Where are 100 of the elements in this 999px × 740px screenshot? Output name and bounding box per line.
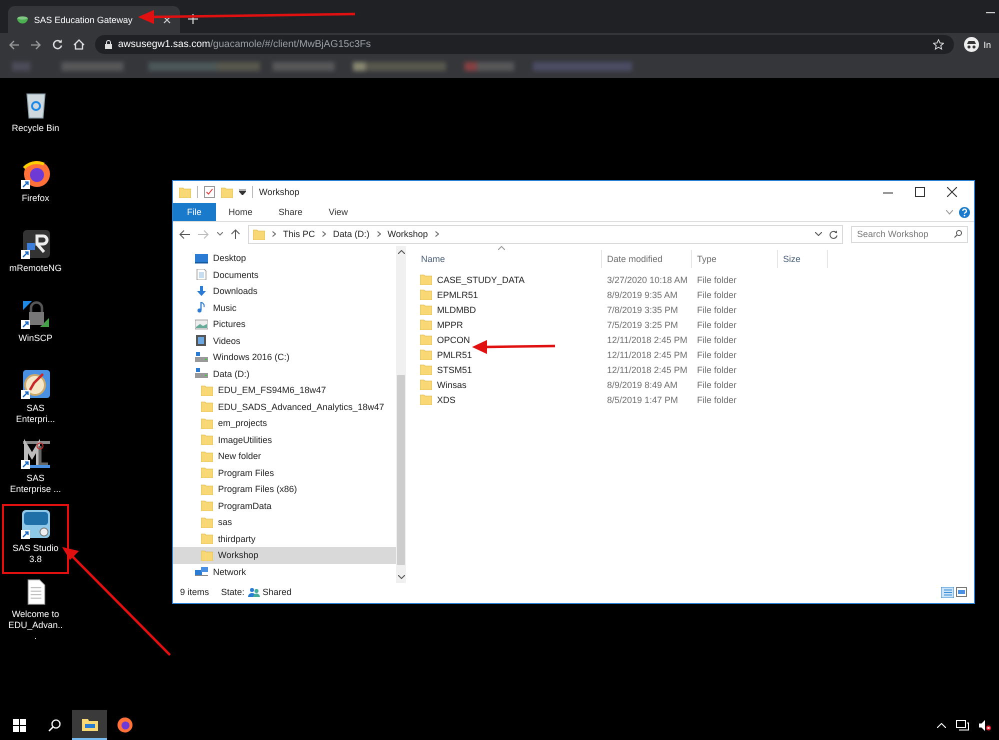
nav-item[interactable]: EDU_SADS_Advanced_Analytics_18w47 (173, 398, 396, 415)
taskbar-button[interactable] (72, 710, 107, 740)
type-cell: File folder (697, 394, 737, 404)
file-name[interactable]: XDS (437, 394, 456, 404)
forward-icon[interactable] (30, 40, 42, 50)
refresh-icon[interactable] (829, 230, 838, 238)
desktop-shortcut[interactable]: Firefox (2, 154, 69, 224)
properties-icon[interactable] (204, 186, 215, 198)
ribbon-tab[interactable]: Share (266, 203, 316, 221)
desktop-shortcut[interactable]: Welcome to EDU_Advan... (2, 574, 69, 644)
column-header[interactable]: Name (416, 250, 602, 268)
minimize-icon[interactable] (986, 12, 995, 14)
nav-item[interactable]: New folder (173, 448, 396, 464)
search-input[interactable]: Search Workshop (857, 229, 952, 239)
bowl-icon (17, 15, 28, 24)
back-icon[interactable] (8, 40, 20, 50)
reload-icon[interactable] (52, 39, 63, 50)
nav-item[interactable]: Workshop (173, 547, 396, 564)
nav-item[interactable]: Network (173, 564, 396, 580)
address-bar[interactable]: awsusegw1.sas.com/guacamole/#/client/MwBjAG15c3Fs (95, 35, 954, 54)
date-cell: 8/9/2019 8:49 AM (607, 380, 678, 390)
nav-item[interactable]: Pictures (173, 316, 396, 332)
nav-item[interactable]: EDU_EM_FS94M6_18w47 (173, 382, 396, 398)
ribbon-tab[interactable]: View (316, 203, 361, 221)
incognito-icon[interactable] (964, 37, 980, 52)
date-cell: 8/9/2019 9:35 AM (607, 290, 678, 300)
desktop-shortcut[interactable]: WinSCP (2, 294, 69, 364)
profile-label[interactable]: In (983, 40, 991, 50)
file-name[interactable]: MLDMBD (437, 304, 476, 314)
nav-item[interactable]: Desktop (173, 250, 396, 266)
nav-item[interactable]: Windows 2016 (C:) (173, 349, 396, 366)
state-value: Shared (262, 587, 292, 597)
file-name[interactable]: STSM51 (437, 364, 472, 374)
nav-item[interactable]: Program Files (173, 464, 396, 481)
nav-item[interactable]: Program Files (x86) (173, 481, 396, 498)
ribbon-tab[interactable]: Home (216, 203, 266, 221)
speaker-muted-icon[interactable] (979, 720, 991, 730)
breadcrumb-item[interactable]: Workshop (388, 229, 428, 239)
breadcrumb-item[interactable]: This PC (283, 229, 316, 239)
back-icon[interactable] (179, 230, 190, 238)
nav-item[interactable]: Data (D:) (173, 366, 396, 382)
dropdown-icon[interactable] (239, 189, 246, 195)
breadcrumb-item[interactable]: Data (D:) (333, 229, 370, 239)
chevron-up-icon[interactable] (937, 722, 946, 728)
file-name[interactable]: OPCON (437, 334, 470, 344)
picture-icon (195, 318, 208, 330)
desktop-shortcut[interactable]: SAS Enterprise ... (2, 434, 69, 504)
file-name[interactable]: Winsas (437, 380, 467, 390)
nav-item[interactable]: sas (173, 514, 396, 530)
new-tab-icon[interactable] (188, 14, 198, 24)
search-field[interactable]: Search Workshop (851, 226, 968, 242)
column-header[interactable]: Type (692, 250, 778, 268)
nav-item[interactable]: Videos (173, 332, 396, 349)
file-name[interactable]: MPPR (437, 320, 464, 330)
desktop-shortcut[interactable]: mRemoteNG (2, 224, 69, 294)
scroll-up-icon[interactable] (398, 250, 404, 254)
ribbon-tab[interactable]: File (173, 203, 216, 221)
folder-icon (201, 418, 213, 429)
nav-item[interactable]: thirdparty (173, 530, 396, 547)
scroll-down-icon[interactable] (398, 575, 404, 579)
nav-item[interactable]: Music (173, 300, 396, 316)
desktop-shortcut[interactable]: SAS Studio 3.8 (2, 504, 69, 574)
nav-item[interactable]: Downloads (173, 283, 396, 300)
scrollbar[interactable] (396, 246, 406, 583)
up-arrow-icon[interactable] (231, 229, 240, 239)
file-name[interactable]: CASE_STUDY_DATA (437, 274, 525, 284)
maximize-icon[interactable] (915, 187, 925, 197)
column-header[interactable]: Date modified (602, 250, 692, 268)
close-icon[interactable] (947, 187, 957, 197)
network-icon[interactable] (956, 720, 969, 730)
help-icon[interactable] (959, 206, 970, 218)
file-name[interactable]: EPMLR51 (437, 290, 478, 300)
nav-item[interactable]: ImageUtilities (173, 432, 396, 448)
column-header[interactable]: Size (778, 250, 828, 268)
folder-icon (201, 484, 213, 495)
desktop-shortcut[interactable]: Recycle Bin (2, 84, 69, 154)
desktop-shortcut[interactable]: SAS Enterpri... (2, 364, 69, 434)
address-field[interactable]: This PC Data (D:) Workshop (248, 224, 843, 244)
url-path: /guacamole/#/client/MwBjAG15c3Fs (210, 39, 371, 50)
type-cell: File folder (697, 380, 737, 390)
nav-item[interactable]: em_projects (173, 415, 396, 432)
state-label: State: (221, 587, 245, 597)
nav-item[interactable]: ProgramData (173, 498, 396, 514)
chevron-down-icon[interactable] (815, 232, 822, 236)
home-icon[interactable] (73, 39, 85, 50)
star-icon[interactable] (933, 39, 944, 50)
browser-tab[interactable]: SAS Education Gateway (8, 6, 180, 33)
app-icon (20, 438, 52, 470)
file-name[interactable]: PMLR51 (437, 350, 472, 360)
folder-icon (201, 434, 213, 446)
folder-icon (201, 533, 213, 544)
nav-item[interactable]: Documents (173, 266, 396, 283)
folder-icon (201, 401, 213, 412)
thumbnail-view-icon[interactable] (956, 586, 967, 596)
details-view-icon[interactable] (941, 586, 954, 598)
shortcut-label: Recycle Bin (10, 123, 60, 134)
url-host: awsusegw1.sas.com (118, 39, 210, 50)
folder-icon (201, 450, 213, 462)
chevron-down-icon[interactable] (217, 232, 223, 236)
folder-icon (179, 186, 191, 198)
